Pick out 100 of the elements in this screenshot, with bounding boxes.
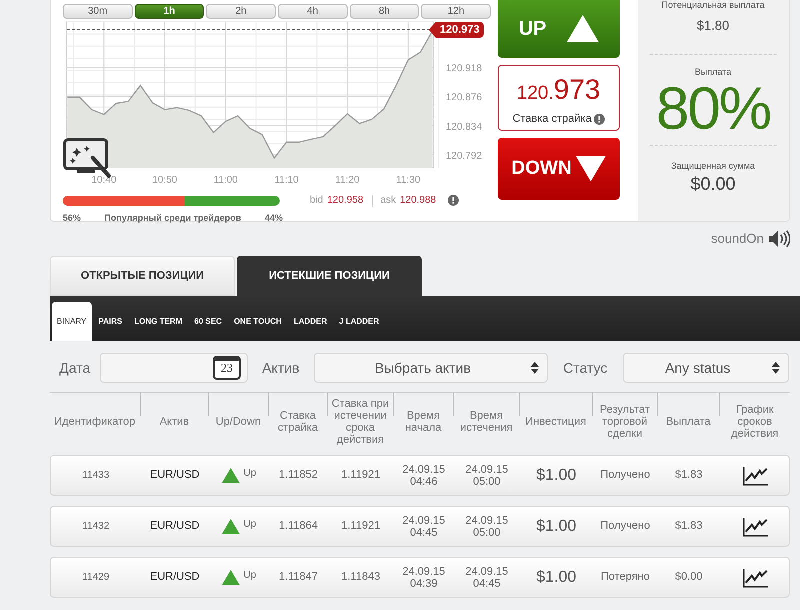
direction-label: Up — [244, 518, 256, 532]
price-tag: 120.973 — [436, 22, 484, 38]
direction-label: Up — [244, 569, 256, 583]
potential-payout-label: Потенциальная выплата — [662, 0, 765, 10]
asset-select[interactable]: Выбрать актив — [314, 353, 548, 383]
line-chart-icon[interactable] — [742, 466, 768, 486]
table-row[interactable]: 11433 EUR/USD Up 1.11852 1.11921 24.09.15 04:46 24.09.15 05:00 $1.00 Получено $1.83 — [50, 455, 790, 496]
column-header: Время начала — [404, 410, 443, 434]
timeframe-tab[interactable]: 12h — [421, 4, 492, 19]
speaker-icon[interactable] — [768, 230, 790, 248]
line-chart-icon[interactable] — [742, 516, 768, 536]
ask-value: 120.988 — [400, 194, 436, 208]
bid-label: bid — [310, 194, 324, 208]
up-percent: 44% — [264, 212, 283, 225]
product-tab[interactable]: BINARY — [52, 302, 92, 341]
table-cell-text: EUR/USD — [149, 519, 201, 534]
info-icon[interactable] — [448, 195, 460, 206]
date-field[interactable]: 23 — [100, 353, 248, 383]
table-row[interactable]: 11432 EUR/USD Up 1.11864 1.11921 24.09.15 04:45 24.09.15 05:00 $1.00 Получено $1.83 — [50, 506, 790, 547]
up-triangle-icon — [222, 468, 240, 484]
table-cell-text: 1.11852 — [278, 468, 319, 484]
table-cell-text: EUR/USD — [149, 570, 201, 586]
positions-tab[interactable]: ИСТЕКШИЕ ПОЗИЦИИ — [237, 256, 422, 296]
asset-label: Актив — [261, 358, 301, 378]
column-header: Идентификатор — [54, 416, 136, 428]
date-label: Дата — [58, 358, 92, 378]
table-cell-text: $1.83 — [674, 468, 704, 484]
column-header: Инвестиция — [526, 416, 586, 428]
table-cell-text: 24.09.15 05:00 — [464, 464, 510, 488]
ask-label: ask — [380, 194, 396, 208]
sound-label: soundOn — [711, 230, 764, 248]
down-triangle-icon — [576, 156, 606, 182]
column-header: Выплата — [666, 416, 711, 428]
table-cell-text: 1.11921 — [340, 519, 382, 534]
axis-label: 120.792 — [446, 150, 482, 162]
table-cell-text: 24.09.15 04:45 — [464, 566, 510, 590]
column-header: График сроков действия — [730, 404, 780, 440]
calendar-icon[interactable]: 23 — [213, 356, 241, 380]
table-cell-text: $1.00 — [535, 568, 578, 588]
table-cell-text: 24.09.15 04:45 — [402, 514, 446, 538]
info-icon[interactable] — [594, 114, 605, 124]
strike-label: Ставка страйка — [512, 112, 592, 127]
product-tab[interactable]: LADDER — [288, 302, 332, 341]
popularity-label: Популярный среди трейдеров — [104, 212, 242, 225]
positions-tab[interactable]: ОТКРЫТЫЕ ПОЗИЦИИ — [50, 256, 235, 296]
product-tab[interactable]: PAIRS — [94, 302, 128, 341]
strike-price: 120.973 — [516, 72, 601, 107]
sort-caret-icon — [531, 362, 539, 374]
table-cell-text: $1.00 — [535, 466, 578, 486]
product-tab[interactable]: LONG TERM — [130, 302, 188, 341]
table-cell-text: 11429 — [81, 571, 111, 585]
table-cell-text: 11432 — [81, 520, 111, 534]
column-header: Ставка страйка — [276, 410, 320, 434]
timeframe-tab[interactable]: 8h — [350, 4, 420, 19]
timeframe-tab[interactable]: 30m — [63, 4, 133, 19]
status-label: Статус — [562, 358, 609, 378]
up-triangle-icon — [222, 518, 240, 534]
table-cell-text: 1.11847 — [278, 570, 319, 586]
axis-label: 120.876 — [446, 92, 482, 104]
payout-percent: 80% — [656, 79, 770, 139]
table-cell-text: $1.83 — [674, 519, 704, 534]
table-cell-text: 24.09.15 05:00 — [464, 514, 510, 538]
column-header: Актив — [160, 416, 190, 428]
up-button[interactable]: UP — [498, 0, 620, 58]
payout-label: Выплата — [695, 66, 732, 78]
table-cell-text: Получено — [600, 519, 652, 534]
table-row[interactable]: 11429 EUR/USD Up 1.11847 1.11843 24.09.15 04:39 24.09.15 04:45 $1.00 Потеряно $0.00 — [50, 557, 790, 598]
table-cell-text: 24.09.15 04:46 — [402, 464, 446, 488]
timeframe-tab[interactable]: 2h — [206, 4, 276, 19]
down-button[interactable]: DOWN — [498, 138, 620, 200]
up-triangle-icon — [566, 15, 599, 43]
column-header: Время истечения — [459, 410, 514, 434]
product-tab[interactable]: J LADDER — [334, 302, 384, 341]
status-select[interactable]: Any status — [623, 353, 789, 383]
column-header: Результат торговой сделки — [598, 404, 652, 440]
table-cell-text: 1.11864 — [278, 519, 319, 534]
table-cell-text: $0.00 — [674, 570, 704, 586]
axis-label: 10:40 — [92, 175, 117, 186]
table-cell-text: 24.09.15 04:39 — [402, 566, 446, 590]
product-tab[interactable]: ONE TOUCH — [229, 302, 287, 341]
column-header: Up/Down — [216, 416, 262, 428]
sort-caret-icon — [772, 362, 780, 374]
axis-label: 11:10 — [274, 175, 299, 186]
axis-label: 120.834 — [446, 122, 482, 133]
table-cell-text: $1.00 — [535, 516, 578, 536]
timeframe-tab[interactable]: 1h — [134, 4, 204, 19]
table-cell-text: Получено — [600, 468, 652, 484]
direction-label: Up — [244, 467, 256, 481]
potential-payout-value: $1.80 — [696, 17, 730, 35]
product-tab[interactable]: 60 SEC — [190, 302, 228, 341]
axis-label: 10:50 — [152, 175, 178, 186]
axis-label: 11:20 — [335, 175, 360, 186]
axis-label: 11:00 — [214, 175, 238, 186]
timeframe-tab[interactable]: 4h — [278, 4, 348, 19]
down-percent: 56% — [63, 212, 82, 225]
table-cell-text: Потеряно — [600, 570, 651, 586]
table-cell-text: 1.11921 — [340, 468, 382, 484]
column-header: Ставка при истечении срока действия — [330, 398, 390, 446]
protected-amount-value: $0.00 — [690, 174, 736, 194]
line-chart-icon[interactable] — [742, 568, 768, 588]
